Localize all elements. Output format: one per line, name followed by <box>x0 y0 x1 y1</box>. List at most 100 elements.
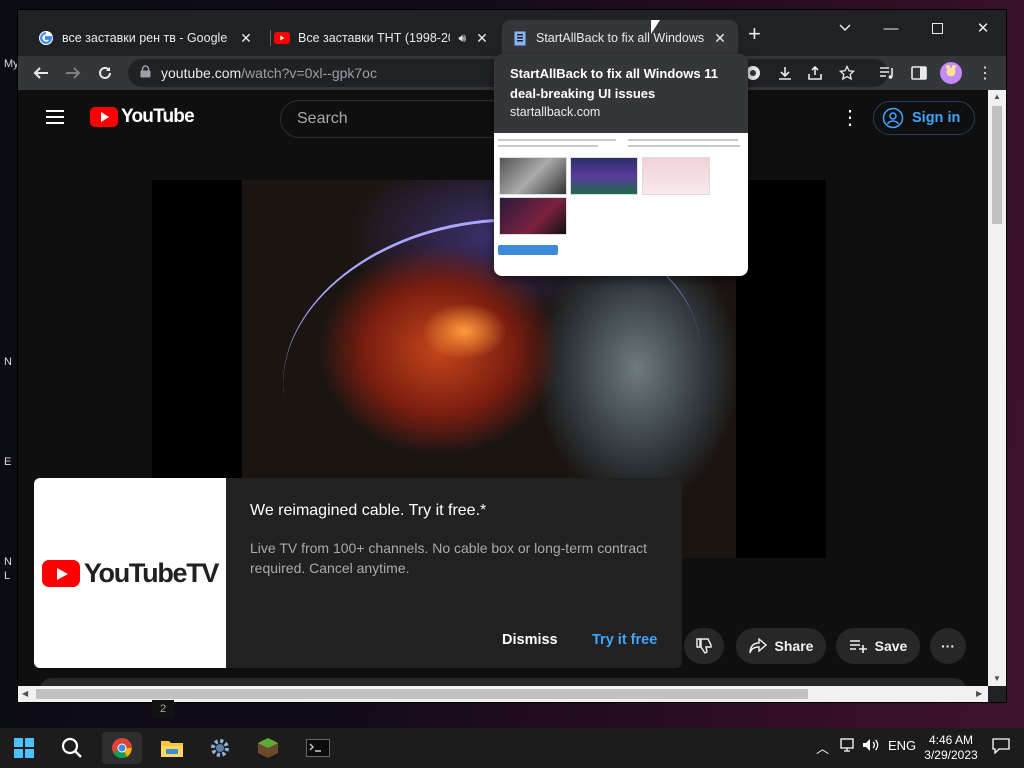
hover-card-domain: startallback.com <box>510 105 601 119</box>
url-path: /watch?v=0xl--gpk7oc <box>241 65 377 81</box>
share-button[interactable]: Share <box>736 628 826 664</box>
scroll-right-icon[interactable]: ▶ <box>976 689 982 698</box>
volume-icon[interactable] <box>862 738 880 755</box>
tab-google-search[interactable]: все заставки рен тв - Google Se ✕ <box>28 20 264 56</box>
more-options-icon[interactable]: ⋮ <box>840 108 860 128</box>
scroll-left-icon[interactable]: ◀ <box>22 689 28 698</box>
tab-search-button[interactable] <box>822 14 868 42</box>
settings-icon[interactable] <box>200 732 240 764</box>
thumbs-down-icon <box>696 638 712 654</box>
desktop-icon-label[interactable]: L <box>4 570 16 582</box>
preview-screenshot <box>499 197 567 235</box>
save-label: Save <box>874 638 908 654</box>
search-input[interactable]: Search <box>280 100 520 138</box>
chrome-icon[interactable] <box>102 732 142 764</box>
lock-icon[interactable] <box>140 65 151 81</box>
new-tab-button[interactable]: + <box>748 23 761 45</box>
arrow-right-icon <box>66 67 81 79</box>
minecraft-icon[interactable] <box>248 732 288 764</box>
tab-youtube-video[interactable]: Все заставки ТНТ (1998-202 🔊︎ ✕ <box>264 20 500 56</box>
scrollbar-thumb[interactable] <box>36 689 808 699</box>
share-page-button[interactable] <box>802 60 828 86</box>
minimize-button[interactable]: — <box>868 14 914 42</box>
share-label: Share <box>774 638 814 654</box>
google-icon <box>38 30 54 46</box>
promo-description: Live TV from 100+ channels. No cable box… <box>250 540 647 576</box>
save-button[interactable]: Save <box>836 628 920 664</box>
youtube-icon <box>274 30 290 46</box>
media-controls-button[interactable] <box>874 60 900 86</box>
youtube-tv-promo: YouTubeTV We reimagined cable. Try it fr… <box>34 478 682 668</box>
install-app-button[interactable] <box>772 60 798 86</box>
chevron-down-icon <box>839 24 851 32</box>
terminal-icon[interactable] <box>298 732 338 764</box>
close-tab-icon[interactable]: ✕ <box>238 30 254 47</box>
windows-start-icon[interactable] <box>4 732 44 764</box>
close-tab-icon[interactable]: ✕ <box>712 30 728 47</box>
tab-strip: все заставки рен тв - Google Se ✕ Все за… <box>18 10 1006 56</box>
reload-button[interactable] <box>92 60 118 86</box>
clock-time: 4:46 AM <box>928 733 974 747</box>
bookmark-button[interactable] <box>834 60 860 86</box>
star-icon <box>839 65 855 81</box>
file-explorer-icon[interactable] <box>152 732 192 764</box>
close-tab-icon[interactable]: ✕ <box>474 30 490 47</box>
scroll-up-icon[interactable]: ▲ <box>993 92 1001 101</box>
tab-title: Все заставки ТНТ (1998-202 <box>298 31 451 45</box>
youtube-tv-logo: YouTubeTV <box>34 478 226 668</box>
close-window-button[interactable]: ✕ <box>960 14 1006 42</box>
sign-in-button[interactable]: Sign in <box>873 101 976 135</box>
preview-screenshot <box>642 157 710 195</box>
more-actions-button[interactable]: ··· <box>930 628 966 664</box>
download-icon <box>779 67 791 80</box>
profile-avatar[interactable] <box>938 60 964 86</box>
hamburger-menu-icon[interactable] <box>46 110 64 124</box>
promo-title: We reimagined cable. Try it free.* <box>250 502 487 519</box>
scroll-readout: 2 <box>152 700 174 718</box>
description-bar[interactable] <box>40 678 966 686</box>
preview-download-button <box>498 245 558 255</box>
playlist-add-icon <box>849 640 867 653</box>
try-it-free-button[interactable]: Try it free <box>592 632 657 648</box>
hover-card-preview <box>494 133 748 276</box>
mouse-pointer-icon <box>651 20 660 34</box>
side-panel-icon <box>911 66 927 80</box>
tab-title: StartAllBack to fix all Windows 1 <box>536 31 704 45</box>
vertical-scrollbar[interactable]: ▲ ▼ <box>988 90 1006 686</box>
search-icon[interactable] <box>52 732 92 764</box>
youtube-logo[interactable]: YouTube <box>90 106 195 128</box>
desktop-icon-label[interactable]: N <box>4 556 16 568</box>
preview-text-line <box>498 145 598 147</box>
back-button[interactable] <box>28 60 54 86</box>
maximize-button[interactable] <box>914 14 960 42</box>
dismiss-button[interactable]: Dismiss <box>502 632 558 648</box>
maximize-icon <box>931 22 943 34</box>
chrome-menu-button[interactable]: ⋮ <box>972 60 998 86</box>
desktop-icon-label[interactable]: E <box>4 456 16 468</box>
scrollbar-thumb[interactable] <box>992 106 1002 224</box>
desktop-icon-label[interactable]: N <box>4 356 16 368</box>
preview-text-line <box>628 139 738 141</box>
language-indicator[interactable]: ENG <box>888 738 916 753</box>
notifications-icon[interactable] <box>992 738 1010 757</box>
clock-date: 3/29/2023 <box>924 748 978 762</box>
preview-text-line <box>498 139 616 141</box>
youtube-tv-play-icon <box>41 559 80 587</box>
youtube-tv-logo-text: YouTubeTV <box>83 557 220 588</box>
forward-button[interactable] <box>60 60 86 86</box>
tab-startallback[interactable]: StartAllBack to fix all Windows 1 ✕ <box>502 20 738 56</box>
document-icon <box>512 30 528 46</box>
media-icon <box>880 67 893 79</box>
preview-text-line <box>628 145 740 147</box>
tab-title: все заставки рен тв - Google Se <box>62 31 230 45</box>
dislike-button[interactable] <box>684 628 724 664</box>
search-placeholder: Search <box>297 110 348 127</box>
share-icon <box>808 65 822 80</box>
side-panel-button[interactable] <box>906 60 932 86</box>
speaker-icon[interactable]: 🔊︎ <box>458 31 466 46</box>
network-icon[interactable] <box>840 738 856 755</box>
scroll-down-icon[interactable]: ▼ <box>993 674 1001 683</box>
desktop-icon-label[interactable]: My <box>4 58 19 70</box>
clock[interactable]: 4:46 AM 3/29/2023 <box>920 733 982 763</box>
chevron-up-icon[interactable]: ︿ <box>816 738 829 757</box>
